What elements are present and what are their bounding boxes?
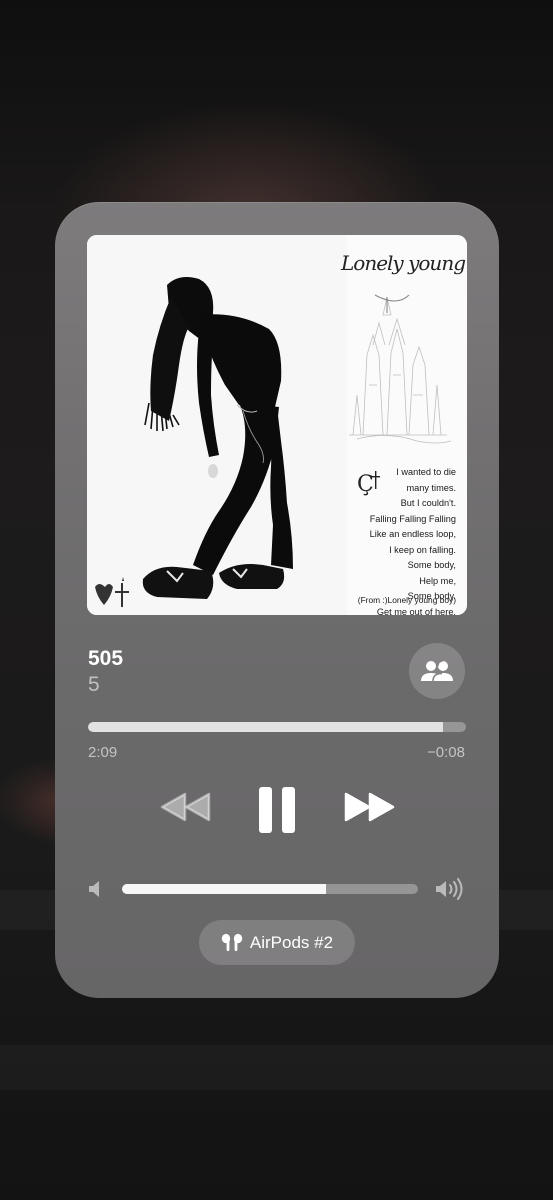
lyric-line: Some body,	[407, 560, 456, 570]
previous-track-button[interactable]	[160, 792, 212, 827]
next-track-button[interactable]	[343, 792, 395, 827]
airpods-icon	[221, 933, 243, 951]
lyric-line: I keep on falling.	[389, 544, 456, 555]
lyric-line: Like an endless loop,	[369, 529, 456, 539]
shareplay-button[interactable]	[409, 643, 465, 699]
speaker-low-icon	[89, 881, 99, 897]
lyric-line: But I couldn't.	[400, 498, 456, 508]
elapsed-time: 2:09	[88, 744, 118, 761]
now-playing-card: Ç Lonely young boy I wanted to die many …	[55, 202, 499, 998]
artwork-script-title: Lonely young boy	[341, 251, 467, 275]
lyric-line: I wanted to die	[396, 467, 456, 477]
song-artist[interactable]: 5	[88, 673, 100, 697]
song-title: 505	[88, 647, 124, 670]
volume-low-indicator	[88, 879, 104, 904]
playback-scrubber[interactable]	[88, 722, 466, 732]
remaining-time: −0:08	[427, 744, 465, 761]
pause-button[interactable]	[258, 786, 296, 839]
lyric-line: Get me out of here.	[376, 606, 456, 616]
lyric-line: many times.	[406, 482, 456, 493]
volume-slider[interactable]	[122, 884, 418, 894]
lyric-line: Help me,	[419, 575, 456, 586]
background-row	[0, 1045, 553, 1090]
volume-level-fill	[122, 884, 327, 894]
shareplay-people-icon	[421, 660, 453, 682]
artwork-lyrics: I wanted to die many times. But I couldn…	[336, 465, 456, 615]
audio-output-label: AirPods #2	[249, 932, 334, 952]
speaker-high-icon	[436, 878, 463, 900]
playback-progress-fill	[88, 722, 444, 732]
fast-forward-icon	[344, 792, 395, 822]
pause-icon	[259, 787, 295, 833]
audio-output-picker[interactable]: AirPods #2	[199, 920, 355, 965]
lyric-line: Falling Falling Falling	[369, 513, 456, 524]
rewind-icon	[160, 792, 211, 822]
artwork-from-label: (From :)Lonely young boy)	[357, 595, 456, 605]
album-artwork[interactable]: Ç Lonely young boy I wanted to die many …	[87, 235, 467, 615]
volume-high-indicator	[435, 878, 465, 905]
